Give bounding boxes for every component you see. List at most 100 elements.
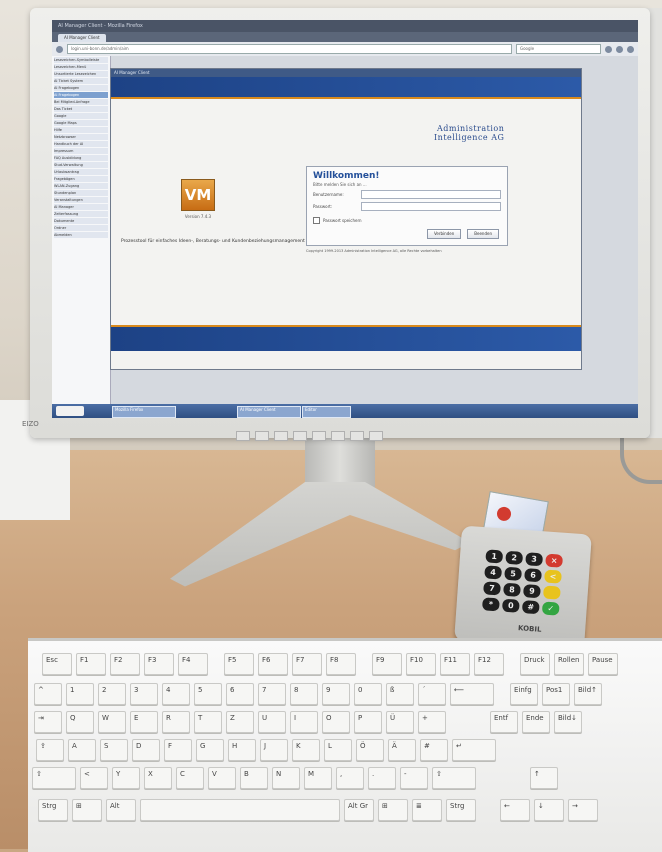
sidebar-bookmark[interactable]: Zeiterfassung	[54, 211, 108, 217]
sidebar-bookmark[interactable]: Ordner	[54, 225, 108, 231]
back-icon[interactable]	[56, 45, 63, 53]
keyboard-key[interactable]: ↵	[452, 739, 496, 761]
keyboard-key[interactable]: ⊞	[378, 799, 408, 821]
keyboard-key[interactable]: Esc	[42, 653, 72, 675]
keyboard-key[interactable]: Rollen	[554, 653, 584, 675]
connect-button[interactable]: Verbinden	[426, 229, 462, 239]
keyboard-key[interactable]: L	[324, 739, 352, 761]
keyboard-key[interactable]: B	[240, 767, 268, 789]
taskbar-item[interactable]: Mozilla Firefox	[112, 406, 176, 418]
keyboard-key[interactable]: Bild↑	[574, 683, 602, 705]
keyboard-key[interactable]: F11	[440, 653, 470, 675]
keypad-key[interactable]: *	[481, 597, 500, 612]
sidebar-bookmark[interactable]: Stud-Verwaltung	[54, 162, 108, 168]
keyboard-key[interactable]: Pos1	[542, 683, 570, 705]
keyboard-key[interactable]: F6	[258, 653, 288, 675]
keyboard-key[interactable]: A	[68, 739, 96, 761]
sidebar-bookmark[interactable]: Dokumente	[54, 218, 108, 224]
keyboard-key[interactable]: Strg	[38, 799, 68, 821]
keyboard-key[interactable]: 1	[66, 683, 94, 705]
keyboard-key[interactable]: Bild↓	[554, 711, 582, 733]
keyboard-key[interactable]: Pause	[588, 653, 618, 675]
keypad-key[interactable]: 5	[504, 566, 523, 581]
keyboard-key[interactable]: D	[132, 739, 160, 761]
keyboard-key[interactable]	[140, 799, 340, 821]
keyboard-key[interactable]: Q	[66, 711, 94, 733]
keypad-key[interactable]: ✓	[541, 601, 560, 616]
sidebar-bookmark[interactable]: Google	[54, 113, 108, 119]
taskbar-item[interactable]: AI Manager Client	[237, 406, 301, 418]
keypad-key[interactable]: 9	[522, 584, 541, 599]
keyboard-key[interactable]: 9	[322, 683, 350, 705]
keypad-key[interactable]: #	[521, 600, 540, 615]
bookmark-icon[interactable]	[605, 45, 612, 53]
keyboard-key[interactable]: ⟵	[450, 683, 494, 705]
keyboard-key[interactable]: .	[368, 767, 396, 789]
keypad-key[interactable]: 8	[503, 582, 521, 597]
keyboard-key[interactable]: Y	[112, 767, 140, 789]
keyboard-key[interactable]: Z	[226, 711, 254, 733]
keyboard-key[interactable]: J	[260, 739, 288, 761]
sidebar-bookmark[interactable]: Veranstaltungen	[54, 197, 108, 203]
menu-icon[interactable]	[627, 45, 634, 53]
keyboard-key[interactable]: →	[568, 799, 598, 821]
keypad-key[interactable]: 6	[524, 568, 542, 583]
keyboard-key[interactable]: 7	[258, 683, 286, 705]
sidebar-bookmark[interactable]: Bei Mitglied-Anfrage	[54, 99, 108, 105]
keyboard-key[interactable]: ^	[34, 683, 62, 705]
keyboard-key[interactable]: 0	[354, 683, 382, 705]
keyboard-key[interactable]: 3	[130, 683, 158, 705]
keyboard-key[interactable]: 6	[226, 683, 254, 705]
keyboard-key[interactable]: ≣	[412, 799, 442, 821]
keyboard-key[interactable]: U	[258, 711, 286, 733]
keyboard-key[interactable]: 5	[194, 683, 222, 705]
sidebar-bookmark[interactable]: Lesezeichen-Menü	[54, 64, 108, 70]
keyboard-key[interactable]: F12	[474, 653, 504, 675]
sidebar-bookmark[interactable]: Das Ticket	[54, 106, 108, 112]
browser-tab[interactable]: AI Manager Client	[58, 34, 106, 42]
keyboard-key[interactable]: F2	[110, 653, 140, 675]
keyboard-key[interactable]: X	[144, 767, 172, 789]
keyboard-key[interactable]: N	[272, 767, 300, 789]
keypad-key[interactable]: 1	[485, 549, 504, 564]
keyboard-key[interactable]: M	[304, 767, 332, 789]
keyboard-key[interactable]: S	[100, 739, 128, 761]
keyboard-key[interactable]: 8	[290, 683, 318, 705]
keyboard-key[interactable]: F3	[144, 653, 174, 675]
keyboard-key[interactable]: ⇥	[34, 711, 62, 733]
home-icon[interactable]	[616, 45, 623, 53]
sidebar-bookmark[interactable]: Stundenplan	[54, 190, 108, 196]
keyboard-key[interactable]: Alt	[106, 799, 136, 821]
sidebar-bookmark[interactable]: Unsortierte Lesezeichen	[54, 71, 108, 77]
monitor-control-buttons[interactable]	[236, 431, 383, 441]
keyboard-key[interactable]: +	[418, 711, 446, 733]
keyboard-key[interactable]: ↑	[530, 767, 558, 789]
username-input[interactable]	[361, 190, 501, 199]
keyboard-key[interactable]: ⇪	[36, 739, 64, 761]
keyboard-key[interactable]: Ö	[356, 739, 384, 761]
keyboard-key[interactable]: G	[196, 739, 224, 761]
keyboard-key[interactable]: V	[208, 767, 236, 789]
search-bar[interactable]: Google	[516, 44, 601, 54]
sidebar-bookmark[interactable]: Fragebögen	[54, 176, 108, 182]
sidebar-bookmark[interactable]: Urlaubsantrag	[54, 169, 108, 175]
keyboard-key[interactable]: C	[176, 767, 204, 789]
sidebar-bookmark[interactable]: AI Ticket System	[54, 78, 108, 84]
keyboard-key[interactable]: H	[228, 739, 256, 761]
sidebar-bookmark[interactable]: Netzbrowser	[54, 134, 108, 140]
keypad-key[interactable]: 4	[484, 565, 503, 580]
keyboard-key[interactable]: -	[400, 767, 428, 789]
keyboard-key[interactable]: Strg	[446, 799, 476, 821]
keyboard-key[interactable]: F7	[292, 653, 322, 675]
keyboard-key[interactable]: ↓	[534, 799, 564, 821]
sidebar-bookmark[interactable]: WLAN-Zugang	[54, 183, 108, 189]
keyboard-key[interactable]: F4	[178, 653, 208, 675]
keyboard-key[interactable]: F10	[406, 653, 436, 675]
sidebar-bookmark[interactable]: FAQ Ausbildung	[54, 155, 108, 161]
keyboard-key[interactable]: ⇧	[432, 767, 476, 789]
keyboard-key[interactable]: F1	[76, 653, 106, 675]
sidebar-bookmark[interactable]: Handbuch der AI	[54, 141, 108, 147]
keyboard-key[interactable]: F9	[372, 653, 402, 675]
keypad-key[interactable]: ×	[545, 553, 564, 568]
keyboard-key[interactable]: Einfg	[510, 683, 538, 705]
